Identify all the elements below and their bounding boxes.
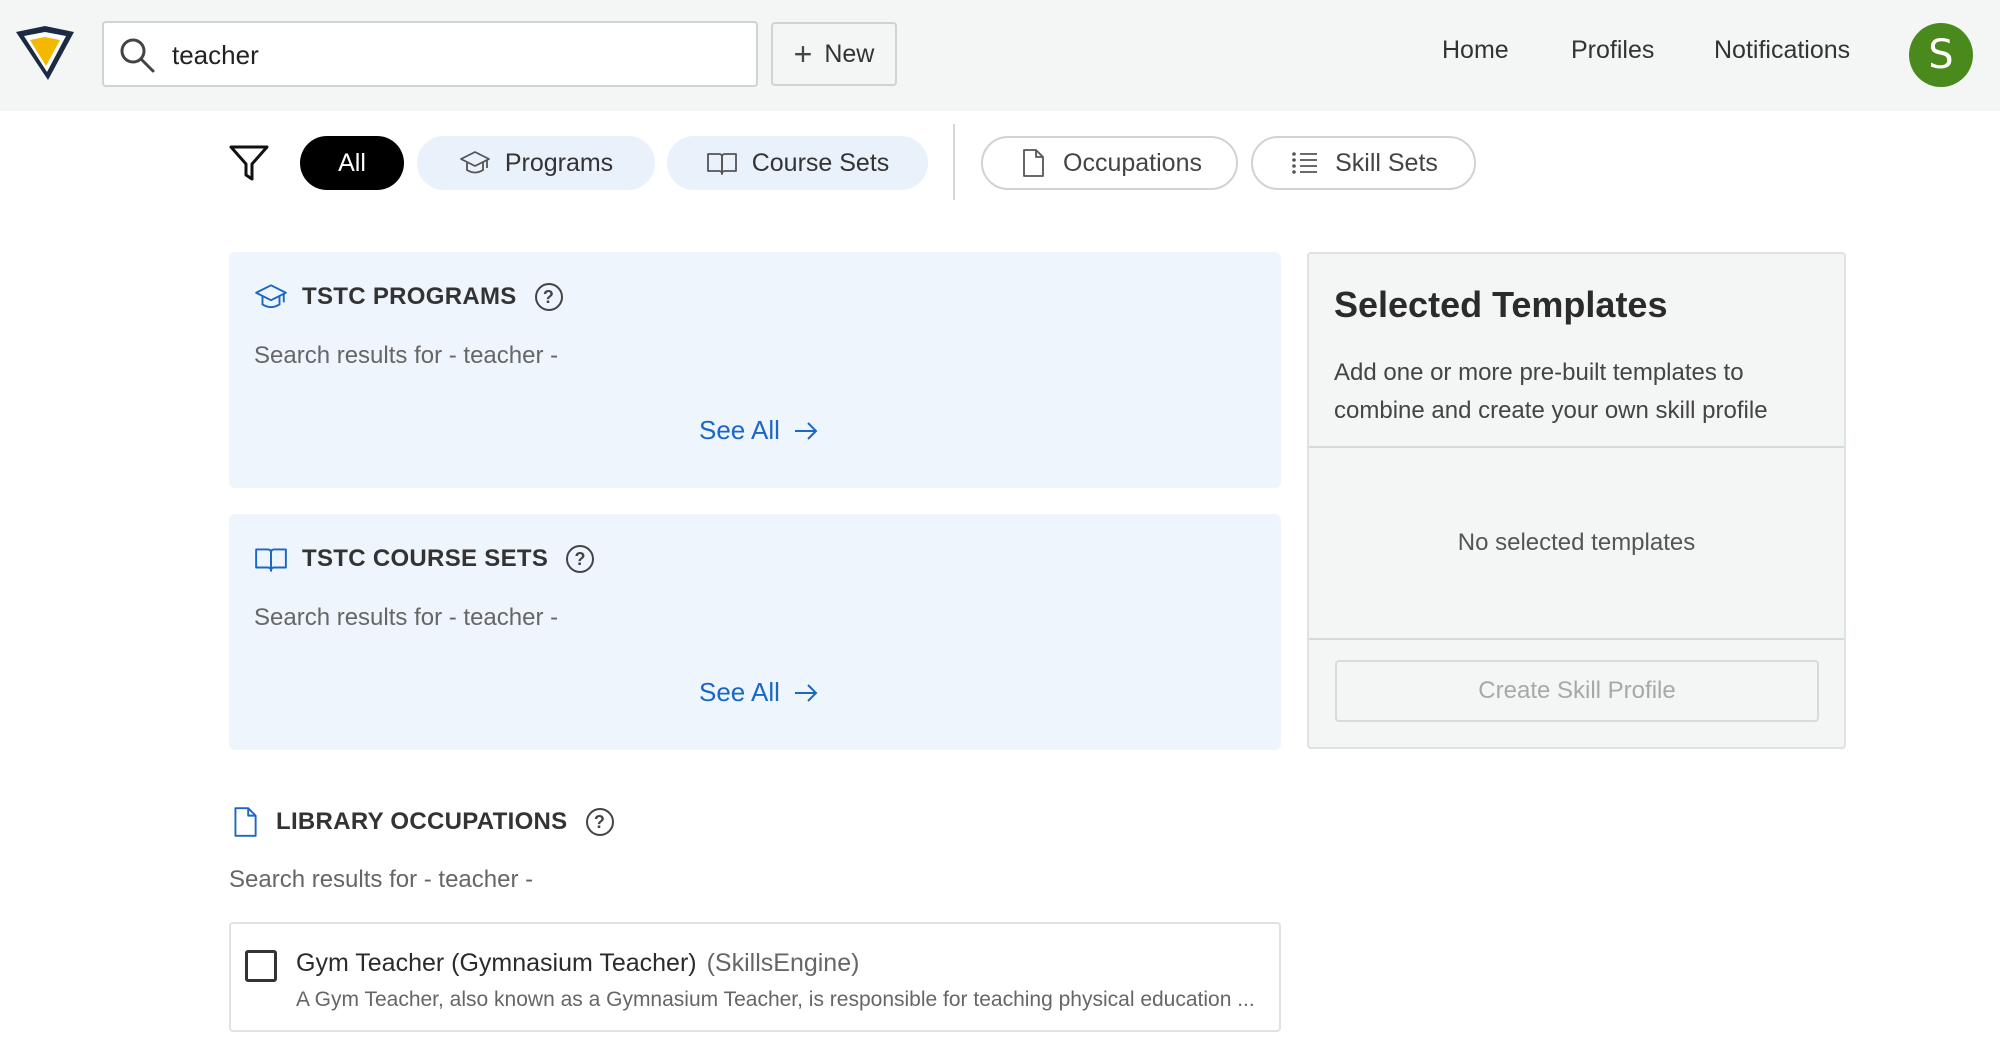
occupation-title: Gym Teacher (Gymnasium Teacher): [296, 949, 697, 977]
section-title: TSTC COURSE SETS: [302, 545, 549, 572]
panel-title: Selected Templates: [1334, 284, 1668, 325]
panel-description: Add one or more pre-built templates to c…: [1334, 359, 1768, 424]
see-all-label: See All: [699, 677, 780, 707]
section-header-library-occupations: LIBRARY OCCUPATIONS ?: [228, 805, 614, 839]
section-header: TSTC PROGRAMS ?: [254, 280, 563, 314]
section-title: LIBRARY OCCUPATIONS: [276, 808, 568, 835]
help-icon[interactable]: ?: [585, 808, 614, 836]
arrow-right-icon: [794, 683, 818, 702]
see-all-link[interactable]: See All: [699, 415, 820, 446]
help-icon[interactable]: ?: [534, 283, 563, 311]
search-icon: [120, 38, 155, 73]
new-button[interactable]: + New: [771, 22, 897, 86]
occupation-checkbox[interactable]: [245, 950, 277, 982]
section-header: TSTC COURSE SETS ?: [254, 542, 595, 576]
new-button-label: New: [824, 39, 875, 68]
nav-home[interactable]: Home: [1442, 36, 1509, 65]
occupation-title-line: Gym Teacher (Gymnasium Teacher) (SkillsEn…: [296, 949, 859, 978]
section-tstc-programs: TSTC PROGRAMS ? Search results for - tea…: [229, 252, 1281, 488]
logo-icon[interactable]: [14, 24, 76, 82]
avatar[interactable]: S: [1909, 23, 1973, 87]
search-results-text: Search results for - teacher -: [229, 866, 534, 893]
arrow-right-icon: [794, 421, 818, 440]
document-icon: [234, 807, 257, 837]
graduation-cap-icon: [255, 284, 287, 309]
filter-chip-all[interactable]: All: [300, 136, 404, 190]
list-item[interactable]: Gym Teacher (Gymnasium Teacher) (SkillsEn…: [229, 922, 1281, 1032]
filter-icon[interactable]: [228, 142, 270, 184]
occupation-description: A Gym Teacher, also known as a Gymnasium…: [296, 988, 1255, 1011]
nav-profiles[interactable]: Profiles: [1571, 36, 1654, 65]
filter-chip-occupations[interactable]: Occupations: [981, 136, 1238, 190]
book-icon: [706, 153, 737, 175]
filter-chip-label: Skill Sets: [1335, 148, 1438, 177]
filter-chip-skill-sets[interactable]: Skill Sets: [1251, 136, 1476, 190]
section-title: TSTC PROGRAMS: [302, 283, 517, 310]
divider: [1309, 638, 1844, 640]
graduation-cap-icon: [459, 151, 490, 174]
search-results-text: Search results for - teacher -: [254, 342, 559, 369]
empty-state-text: No selected templates: [1457, 529, 1696, 556]
filter-chip-label: All: [338, 148, 366, 177]
plus-icon: +: [793, 36, 813, 72]
occupation-source: (SkillsEngine): [706, 949, 860, 977]
help-icon[interactable]: ?: [566, 545, 595, 573]
nav-notifications[interactable]: Notifications: [1714, 36, 1850, 65]
selected-templates-panel: Selected Templates Add one or more pre-b…: [1307, 252, 1846, 749]
filter-divider: [953, 124, 955, 200]
section-tstc-course-sets: TSTC COURSE SETS ? Search results for - …: [229, 514, 1281, 750]
divider: [1309, 446, 1844, 448]
top-bar: + New Home Profiles Notifications S: [0, 0, 2000, 111]
filter-chip-label: Occupations: [1063, 148, 1202, 177]
create-skill-profile-button[interactable]: Create Skill Profile: [1335, 660, 1819, 722]
see-all-label: See All: [699, 415, 780, 445]
list-icon: [1292, 152, 1318, 174]
filter-chip-label: Course Sets: [751, 148, 890, 177]
filter-chip-course-sets[interactable]: Course Sets: [667, 136, 928, 190]
book-icon: [255, 548, 287, 572]
filter-chip-label: Programs: [504, 148, 614, 177]
filter-chip-programs[interactable]: Programs: [417, 136, 655, 190]
see-all-link[interactable]: See All: [699, 677, 820, 708]
search-input[interactable]: [172, 33, 742, 77]
document-icon: [1023, 149, 1044, 177]
search-results-text: Search results for - teacher -: [254, 604, 559, 631]
search-box: [102, 21, 758, 87]
